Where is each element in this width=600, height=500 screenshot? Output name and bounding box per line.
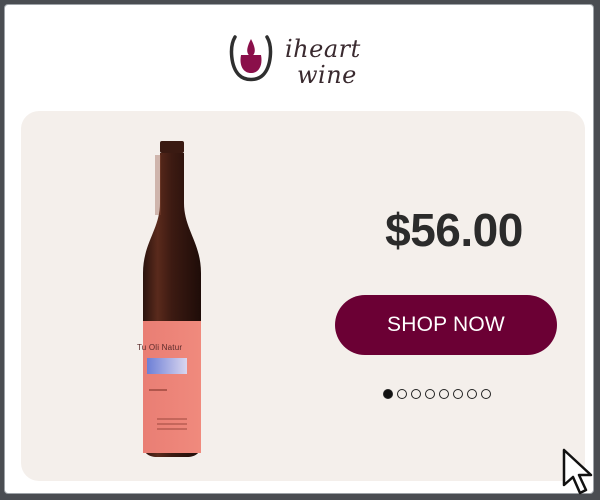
carousel-dots: [383, 389, 491, 403]
carousel-dot-1[interactable]: [383, 389, 393, 399]
carousel-dot-5[interactable]: [439, 389, 449, 399]
carousel-dot-7[interactable]: [467, 389, 477, 399]
shop-now-button[interactable]: SHOP NOW: [335, 295, 557, 355]
glass-drop-logo-icon: [229, 35, 273, 82]
logo-text-line-2: wine: [297, 61, 357, 89]
mouse-pointer-icon: [562, 448, 593, 495]
bottle-label-name: Tu Oli Natur: [137, 343, 183, 352]
carousel-dot-8[interactable]: [481, 389, 491, 399]
carousel-dot-3[interactable]: [411, 389, 421, 399]
product-card: Tu Oli Natur $56.00 SHOP NOW: [21, 111, 585, 481]
logo-text-line-1: iheart: [285, 35, 361, 63]
carousel-dot-4[interactable]: [425, 389, 435, 399]
brand-logo[interactable]: iheart wine: [227, 31, 387, 95]
carousel-dot-6[interactable]: [453, 389, 463, 399]
wine-bottle-image: [143, 141, 201, 457]
ad-frame: iheart wine Tu Oli Natur $56.00 SHOP NOW: [4, 4, 594, 495]
product-price: $56.00: [385, 204, 523, 256]
carousel-dot-2[interactable]: [397, 389, 407, 399]
